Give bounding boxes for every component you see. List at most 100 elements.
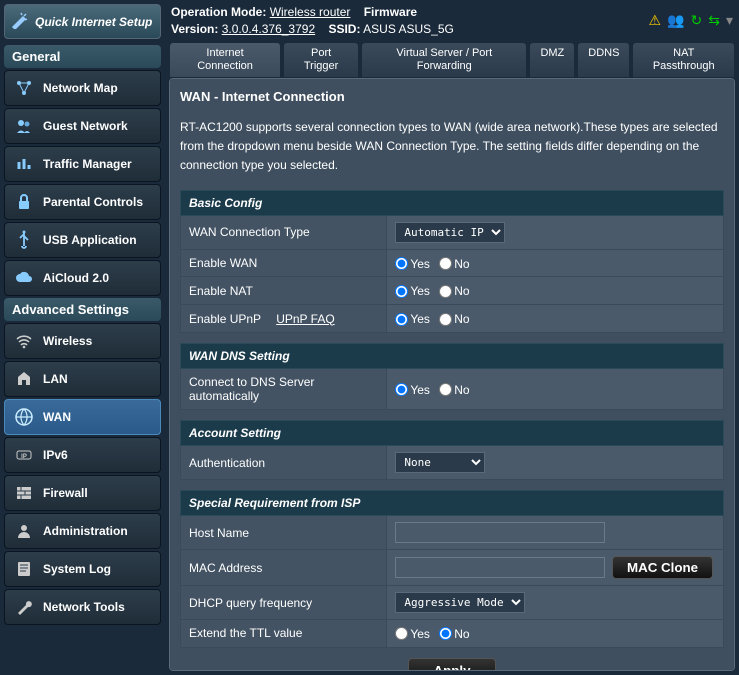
lan-icon [13, 368, 35, 390]
hostname-input[interactable] [395, 522, 605, 543]
tab-ddns[interactable]: DDNS [577, 42, 630, 78]
sidebar-item-label: Parental Controls [43, 195, 143, 209]
sidebar-general-header: General [4, 45, 161, 68]
enable-nat-no[interactable] [439, 285, 452, 298]
sidebar-item-label: Network Map [43, 81, 118, 95]
tab-port-trigger[interactable]: Port Trigger [283, 42, 359, 78]
apply-button[interactable]: Apply [408, 658, 495, 671]
topbar: Operation Mode: Wireless router Firmware… [165, 0, 739, 42]
log-icon [13, 558, 35, 580]
sidebar-item-administration[interactable]: Administration [4, 513, 161, 549]
lock-icon [13, 191, 35, 213]
enable-upnp-no[interactable] [439, 313, 452, 326]
sidebar-item-network-map[interactable]: Network Map [4, 70, 161, 106]
authentication-select[interactable]: None [395, 452, 485, 473]
op-mode-link[interactable]: Wireless router [270, 5, 351, 19]
guest-network-icon [13, 115, 35, 137]
network-map-icon [13, 77, 35, 99]
sidebar-item-usb-application[interactable]: USB Application [4, 222, 161, 258]
account-setting-header: Account Setting [181, 421, 724, 446]
mac-clone-button[interactable]: MAC Clone [612, 556, 713, 579]
quick-internet-setup-label: Quick Internet Setup [35, 15, 152, 29]
tab-port-forwarding[interactable]: Virtual Server / Port Forwarding [361, 42, 527, 78]
sidebar-item-aicloud[interactable]: AiCloud 2.0 [4, 260, 161, 296]
connect-dns-yes[interactable] [395, 383, 408, 396]
mac-address-input[interactable] [395, 557, 605, 578]
connect-dns-no[interactable] [439, 383, 452, 396]
sidebar-item-parental-controls[interactable]: Parental Controls [4, 184, 161, 220]
page-description: RT-AC1200 supports several connection ty… [180, 118, 724, 176]
hostname-label: Host Name [181, 516, 387, 550]
sidebar-item-ipv6[interactable]: IP IPv6 [4, 437, 161, 473]
sidebar-item-label: Network Tools [43, 600, 125, 614]
tab-nat-passthrough[interactable]: NAT Passthrough [632, 42, 735, 78]
special-req-header: Special Requirement from ISP [181, 491, 724, 516]
sidebar-item-wan[interactable]: WAN [4, 399, 161, 435]
tools-icon [13, 596, 35, 618]
extend-ttl-label: Extend the TTL value [181, 620, 387, 648]
enable-upnp-yes[interactable] [395, 313, 408, 326]
upnp-faq-link[interactable]: UPnP FAQ [276, 312, 334, 326]
sidebar-item-label: USB Application [43, 233, 137, 247]
op-mode-label: Operation Mode: [171, 5, 266, 19]
wan-type-select[interactable]: Automatic IP [395, 222, 505, 243]
admin-icon [13, 520, 35, 542]
sidebar-item-label: IPv6 [43, 448, 68, 462]
sidebar-item-network-tools[interactable]: Network Tools [4, 589, 161, 625]
sidebar-item-label: AiCloud 2.0 [43, 271, 109, 285]
extend-ttl-no[interactable] [439, 627, 452, 640]
firmware-link[interactable]: 3.0.0.4.376_3792 [222, 22, 315, 36]
magic-wand-icon [11, 11, 29, 32]
sidebar-item-system-log[interactable]: System Log [4, 551, 161, 587]
ssid-value: ASUS ASUS_5G [363, 22, 454, 36]
sidebar-item-label: Guest Network [43, 119, 128, 133]
ipv6-icon: IP [13, 444, 35, 466]
enable-upnp-label: Enable UPnP [189, 312, 261, 326]
sidebar-item-firewall[interactable]: Firewall [4, 475, 161, 511]
cloud-icon [13, 267, 35, 289]
sidebar-item-label: Administration [43, 524, 128, 538]
svg-text:IP: IP [21, 454, 27, 460]
tab-internet-connection[interactable]: Internet Connection [169, 42, 281, 78]
sidebar-item-lan[interactable]: LAN [4, 361, 161, 397]
wan-type-label: WAN Connection Type [181, 215, 387, 249]
basic-config-header: Basic Config [181, 190, 724, 215]
ssid-label: SSID: [328, 22, 360, 36]
sidebar-item-wireless[interactable]: Wireless [4, 323, 161, 359]
sidebar-item-label: Firewall [43, 486, 88, 500]
sidebar-item-guest-network[interactable]: Guest Network [4, 108, 161, 144]
sidebar-item-label: LAN [43, 372, 68, 386]
firewall-icon [13, 482, 35, 504]
dns-setting-header: WAN DNS Setting [181, 344, 724, 369]
sidebar-item-traffic-manager[interactable]: Traffic Manager [4, 146, 161, 182]
usb-status-icon[interactable]: ⇆ [708, 12, 720, 29]
globe-icon [13, 406, 35, 428]
enable-wan-label: Enable WAN [181, 249, 387, 277]
reboot-icon[interactable]: ↻ [691, 12, 703, 29]
sidebar-item-label: Wireless [43, 334, 92, 348]
firmware-label: Firmware [364, 5, 417, 19]
quick-internet-setup-button[interactable]: Quick Internet Setup [4, 4, 161, 39]
enable-nat-label: Enable NAT [181, 277, 387, 305]
mac-address-label: MAC Address [181, 550, 387, 586]
traffic-icon [13, 153, 35, 175]
sidebar-item-label: WAN [43, 410, 71, 424]
extend-ttl-yes[interactable] [395, 627, 408, 640]
enable-wan-no[interactable] [439, 257, 452, 270]
dhcp-freq-select[interactable]: Aggressive Mode [395, 592, 525, 613]
users-icon[interactable]: 👥 [667, 12, 684, 29]
enable-nat-yes[interactable] [395, 285, 408, 298]
page-title: WAN - Internet Connection [180, 89, 724, 104]
version-label: Version: [171, 22, 218, 36]
warning-icon[interactable]: ⚠ [649, 12, 662, 29]
connect-dns-label: Connect to DNS Server automatically [181, 369, 387, 410]
sidebar-item-label: System Log [43, 562, 111, 576]
lang-icon[interactable]: ▾ [726, 12, 733, 29]
usb-icon [13, 229, 35, 251]
sidebar-advanced-header: Advanced Settings [4, 298, 161, 321]
dhcp-freq-label: DHCP query frequency [181, 586, 387, 620]
wireless-icon [13, 330, 35, 352]
tab-dmz[interactable]: DMZ [529, 42, 575, 78]
authentication-label: Authentication [181, 446, 387, 480]
enable-wan-yes[interactable] [395, 257, 408, 270]
